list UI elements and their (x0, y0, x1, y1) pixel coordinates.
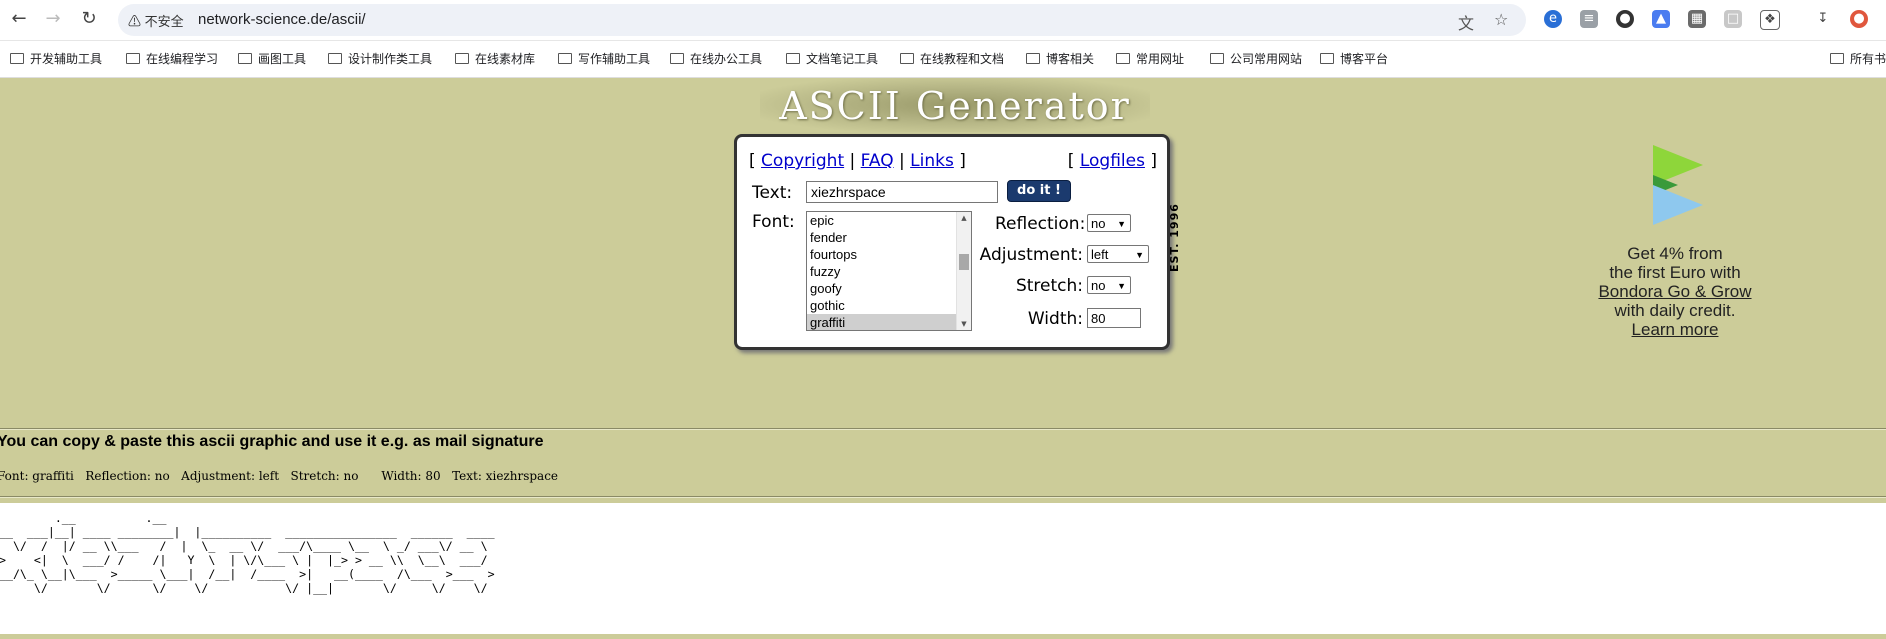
font-option[interactable]: goofy (807, 280, 971, 297)
qr-code-icon[interactable]: ▦ (1688, 10, 1706, 28)
bookmark-folder[interactable]: 画图工具 (238, 50, 306, 67)
faq-link[interactable]: FAQ (861, 151, 894, 171)
folder-icon (455, 53, 469, 64)
ad-link[interactable]: Bondora Go & Grow (1560, 282, 1790, 302)
scroll-thumb[interactable] (959, 254, 969, 270)
bookmark-folder[interactable]: 在线教程和文档 (900, 50, 1004, 67)
title-banner: ASCII Generator (760, 78, 1150, 132)
folder-icon (1026, 53, 1040, 64)
bookmark-folder[interactable]: 在线素材库 (455, 50, 535, 67)
divider (0, 428, 1886, 430)
learn-more-link[interactable]: Learn more (1560, 320, 1790, 340)
extension-icon[interactable]: ≡ (1580, 10, 1598, 28)
folder-icon (670, 53, 684, 64)
extension-icon[interactable]: ▲ (1652, 10, 1670, 28)
nav-links: [ Copyright | FAQ | Links ] (749, 151, 966, 171)
download-icon[interactable]: ↧ (1814, 10, 1832, 28)
text-input[interactable] (806, 181, 998, 203)
bookmark-folder[interactable]: 博客平台 (1320, 50, 1388, 67)
bookmark-folder[interactable]: 文档笔记工具 (786, 50, 878, 67)
page-title: ASCII Generator (779, 84, 1131, 128)
reflection-select[interactable]: no ▼ (1087, 214, 1131, 232)
width-label: Width: (1027, 309, 1083, 329)
browser-toolbar: ← → ↻ ⚠ 不安全 network-science.de/ascii/ 文 … (0, 0, 1886, 41)
folder-icon (786, 53, 800, 64)
reload-icon[interactable]: ↻ (78, 8, 100, 30)
forward-icon[interactable]: → (42, 8, 64, 30)
address-bar[interactable]: ⚠ 不安全 network-science.de/ascii/ 文 ☆ (118, 4, 1526, 36)
bookmark-folder[interactable]: 开发辅助工具 (10, 50, 102, 67)
font-option[interactable]: gothic (807, 297, 971, 314)
font-option[interactable]: fuzzy (807, 263, 971, 280)
bookmark-folder[interactable]: 常用网址 (1116, 50, 1184, 67)
extension-icon[interactable]: □ (1724, 10, 1742, 28)
folder-icon (558, 53, 572, 64)
bookmark-folder[interactable]: 博客相关 (1026, 50, 1094, 67)
folder-icon (126, 53, 140, 64)
do-it-button[interactable]: do it ! (1007, 180, 1071, 202)
settings-summary: Font: graffiti Reflection: no Adjustment… (0, 469, 559, 483)
bookmark-folder[interactable]: 设计制作类工具 (328, 50, 432, 67)
adjustment-label: Adjustment: (979, 245, 1083, 265)
scroll-up-icon[interactable]: ▲ (957, 212, 971, 224)
translate-icon[interactable]: 文 (1458, 10, 1474, 34)
folder-icon (10, 53, 24, 64)
folder-icon (900, 53, 914, 64)
security-label: 不安全 (144, 14, 184, 29)
font-label: Font: (752, 212, 795, 232)
chevron-down-icon: ▼ (1135, 250, 1144, 260)
extension-icon[interactable]: e (1544, 10, 1562, 28)
bookmarks-bar: 开发辅助工具 在线编程学习 画图工具 设计制作类工具 在线素材库 写作辅助工具 … (0, 41, 1886, 78)
divider (0, 496, 1886, 498)
folder-icon (1320, 53, 1334, 64)
est-badge: EST. 1996 (1168, 203, 1181, 272)
ascii-output: .__ .__ ___ ___|__| ____ ________| |____… (0, 503, 1886, 634)
folder-icon (1830, 53, 1844, 64)
extension-icon[interactable]: ● (1616, 10, 1634, 28)
bondora-logo-icon (1653, 145, 1703, 225)
folder-icon (238, 53, 252, 64)
bookmark-folder[interactable]: 在线办公工具 (670, 50, 762, 67)
extensions-puzzle-icon[interactable]: ❖ (1760, 10, 1780, 30)
ascii-art[interactable]: .__ .__ ___ ___|__| ____ ________| |____… (0, 511, 495, 595)
font-option[interactable]: epic (807, 212, 971, 229)
font-option[interactable]: fender (807, 229, 971, 246)
bookmark-star-icon[interactable]: ☆ (1494, 10, 1508, 29)
bookmark-folder[interactable]: 写作辅助工具 (558, 50, 650, 67)
stretch-label: Stretch: (1015, 276, 1083, 296)
generator-form: [ Copyright | FAQ | Links ] [ Logfiles ]… (734, 134, 1170, 350)
text-label: Text: (752, 183, 793, 203)
ad-text: the first Euro with (1609, 263, 1741, 282)
adjustment-select[interactable]: left ▼ (1087, 245, 1149, 263)
width-input[interactable]: 80 (1087, 308, 1141, 328)
scroll-down-icon[interactable]: ▼ (957, 318, 971, 330)
folder-icon (328, 53, 342, 64)
bottom-strip (0, 634, 1886, 639)
copyright-link[interactable]: Copyright (761, 151, 844, 171)
logfiles-nav: [ Logfiles ] (1067, 151, 1157, 171)
chevron-down-icon: ▼ (1117, 281, 1126, 291)
security-indicator[interactable]: ⚠ 不安全 (128, 11, 184, 30)
ad-text: with daily credit. (1614, 301, 1736, 320)
all-bookmarks[interactable]: 所有书 (1830, 50, 1886, 67)
profile-avatar[interactable]: ● (1850, 10, 1868, 28)
ad-text: Get 4% from (1627, 244, 1723, 263)
chevron-down-icon: ▼ (1117, 219, 1126, 229)
reflection-label: Reflection: (995, 214, 1086, 234)
bookmark-folder[interactable]: 在线编程学习 (126, 50, 218, 67)
font-listbox[interactable]: epic fender fourtops fuzzy goofy gothic … (806, 211, 972, 331)
bookmark-folder[interactable]: 公司常用网站 (1210, 50, 1302, 67)
back-icon[interactable]: ← (8, 8, 30, 30)
folder-icon (1210, 53, 1224, 64)
font-option-selected[interactable]: graffiti (807, 314, 971, 330)
url-text[interactable]: network-science.de/ascii/ (198, 11, 366, 28)
logfiles-link[interactable]: Logfiles (1080, 151, 1145, 171)
folder-icon (1116, 53, 1130, 64)
stretch-select[interactable]: no ▼ (1087, 276, 1131, 294)
copy-hint: You can copy & paste this ascii graphic … (0, 433, 544, 450)
links-link[interactable]: Links (910, 151, 954, 171)
font-option[interactable]: fourtops (807, 246, 971, 263)
font-list-scrollbar[interactable]: ▲ ▼ (956, 212, 971, 330)
advertisement[interactable]: Get 4% from the first Euro with Bondora … (1560, 140, 1790, 350)
